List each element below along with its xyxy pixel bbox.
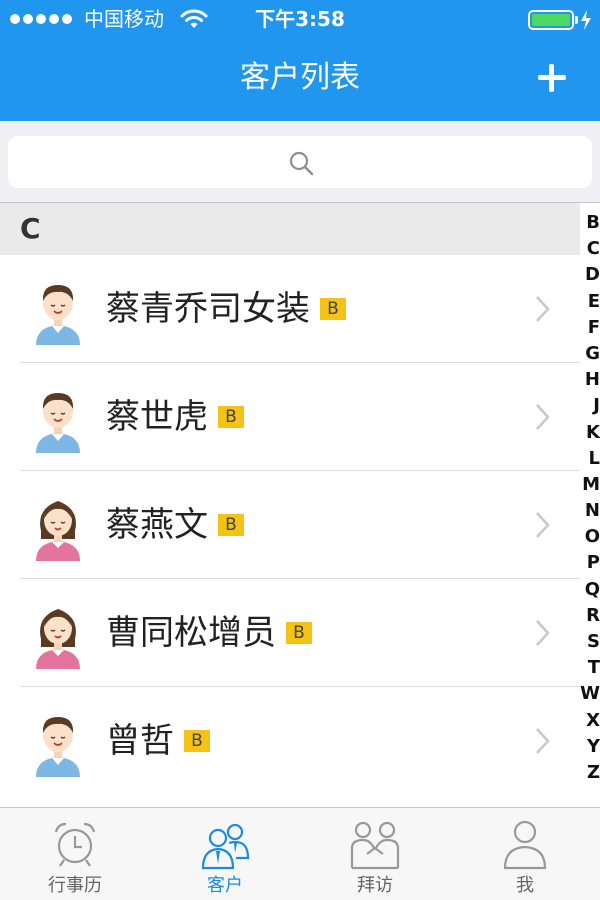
charging-bolt-icon: [581, 10, 591, 30]
index-letter[interactable]: K: [580, 420, 600, 446]
search-area: [0, 121, 600, 203]
chevron-right-icon: [536, 512, 550, 538]
level-badge: B: [320, 298, 346, 320]
tab-label: 行事历: [48, 875, 102, 896]
person-icon: [503, 820, 547, 870]
list-item[interactable]: 曹同松增员 B: [0, 579, 580, 687]
index-letter[interactable]: Q: [580, 577, 600, 603]
customer-name: 曾哲: [106, 721, 174, 761]
index-letter[interactable]: J: [580, 393, 600, 419]
index-letter[interactable]: M: [580, 472, 600, 498]
male-avatar-icon: [36, 393, 80, 453]
customer-name: 曹同松增员: [106, 613, 276, 653]
level-badge: B: [218, 514, 244, 536]
customer-name-wrap: 蔡燕文 B: [106, 503, 244, 547]
chevron-right-icon: [536, 620, 550, 646]
index-letter[interactable]: W: [580, 681, 600, 707]
tab-me[interactable]: 我: [450, 808, 600, 900]
list-item[interactable]: 曾哲 B: [0, 687, 580, 795]
index-letter[interactable]: G: [580, 341, 600, 367]
index-letter[interactable]: H: [580, 367, 600, 393]
battery-icon: [528, 10, 574, 30]
tab-visits[interactable]: 拜访: [300, 808, 450, 900]
header: 中国移动 下午3:58 客户列表: [0, 0, 600, 121]
level-badge: B: [218, 406, 244, 428]
index-letter[interactable]: S: [580, 629, 600, 655]
index-letter[interactable]: P: [580, 550, 600, 576]
search-input[interactable]: [8, 136, 592, 188]
section-letter: C: [20, 212, 41, 245]
status-bar: 中国移动 下午3:58: [0, 0, 600, 40]
chevron-right-icon: [536, 296, 550, 322]
customer-name: 蔡世虎: [106, 397, 208, 437]
customer-name-wrap: 蔡世虎 B: [106, 395, 244, 439]
male-avatar-icon: [36, 285, 80, 345]
tab-label: 客户: [207, 875, 243, 896]
tab-bar: 行事历 客户 拜访 我: [0, 807, 600, 900]
plus-icon[interactable]: [536, 62, 568, 94]
index-letter[interactable]: R: [580, 603, 600, 629]
level-badge: B: [286, 622, 312, 644]
customer-name-wrap: 蔡青乔司女装 B: [106, 287, 346, 331]
handshake-icon: [350, 821, 400, 870]
alphabet-index[interactable]: B C D E F G H J K L M N O P Q R S T W X …: [580, 210, 600, 786]
index-letter[interactable]: F: [580, 315, 600, 341]
list-item[interactable]: 蔡燕文 B: [0, 471, 580, 579]
index-letter[interactable]: T: [580, 655, 600, 681]
customers-icon: [201, 823, 250, 870]
tab-label: 拜访: [357, 875, 393, 896]
female-avatar-icon: [36, 501, 80, 561]
index-letter[interactable]: B: [580, 210, 600, 236]
page-title: 客户列表: [240, 60, 360, 95]
tab-customers[interactable]: 客户: [150, 808, 300, 900]
index-letter[interactable]: O: [580, 524, 600, 550]
index-letter[interactable]: L: [580, 446, 600, 472]
chevron-right-icon: [536, 728, 550, 754]
index-letter[interactable]: D: [580, 262, 600, 288]
index-letter[interactable]: Y: [580, 734, 600, 760]
index-letter[interactable]: Z: [580, 760, 600, 786]
search-icon: [289, 151, 314, 176]
index-letter[interactable]: N: [580, 498, 600, 524]
status-time: 下午3:58: [255, 7, 345, 31]
index-letter[interactable]: X: [580, 708, 600, 734]
tab-label: 我: [516, 875, 534, 896]
tab-calendar[interactable]: 行事历: [0, 808, 150, 900]
index-letter[interactable]: E: [580, 289, 600, 315]
list-item[interactable]: 蔡世虎 B: [0, 363, 580, 471]
male-avatar-icon: [36, 717, 80, 777]
level-badge: B: [184, 730, 210, 752]
alarm-clock-icon: [54, 822, 96, 867]
customer-name: 蔡青乔司女装: [106, 289, 310, 329]
chevron-right-icon: [536, 404, 550, 430]
index-letter[interactable]: C: [580, 236, 600, 262]
customer-name: 蔡燕文: [106, 505, 208, 545]
list-item[interactable]: 蔡青乔司女装 B: [0, 255, 580, 363]
customer-name-wrap: 曹同松增员 B: [106, 611, 312, 655]
female-avatar-icon: [36, 609, 80, 669]
customer-name-wrap: 曾哲 B: [106, 719, 210, 763]
battery-tip: [575, 16, 578, 24]
section-header: C: [0, 203, 580, 255]
